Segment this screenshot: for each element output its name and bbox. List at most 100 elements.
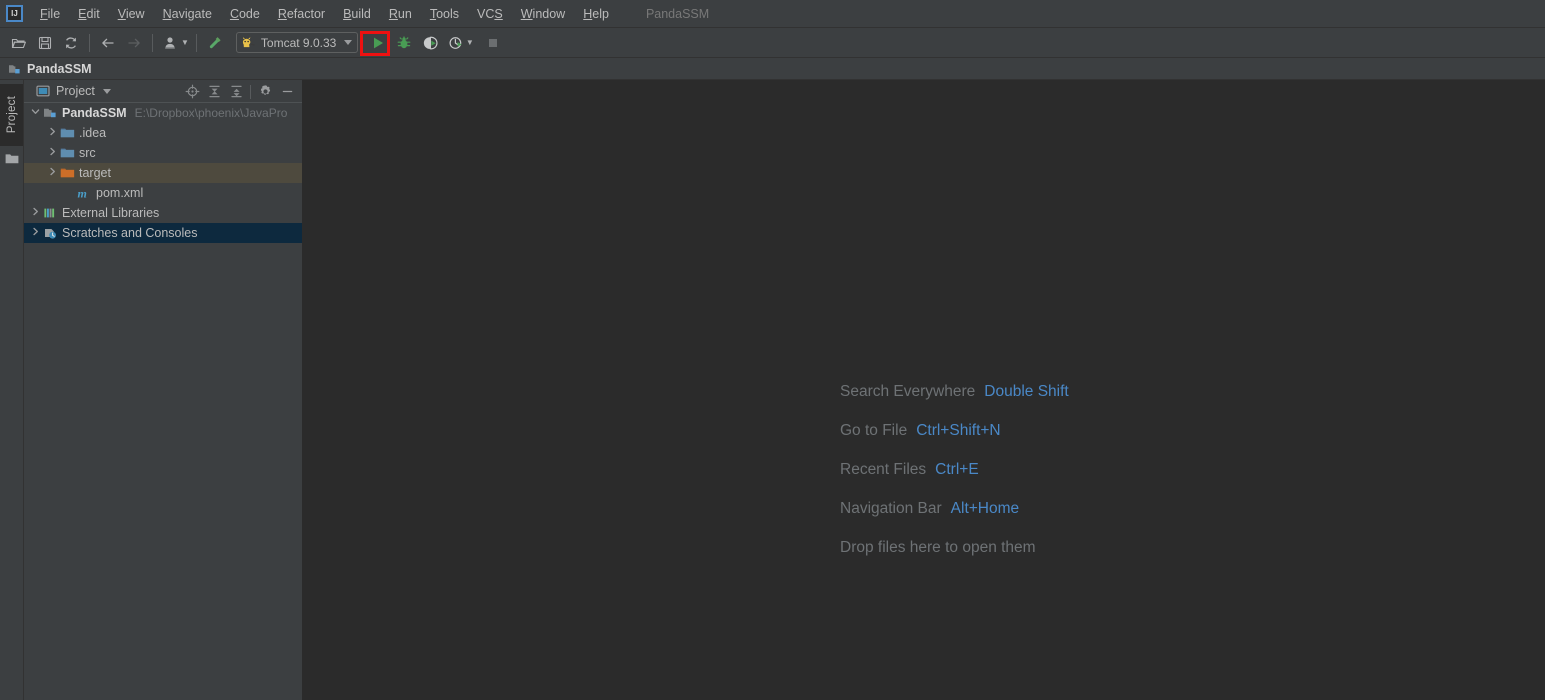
chevron-right-icon[interactable] — [30, 204, 41, 222]
menu-item-refactor[interactable]: Refactor — [269, 4, 334, 24]
settings-gear-icon[interactable] — [254, 82, 276, 102]
profiler-button[interactable] — [444, 31, 468, 55]
hint-action-label: Recent Files — [840, 460, 927, 478]
tree-node-src[interactable]: src — [24, 143, 302, 163]
build-hammer-icon[interactable] — [203, 31, 227, 55]
toolbar-separator — [89, 33, 90, 52]
tree-node-target[interactable]: target — [24, 163, 302, 183]
tree-node-label: External Libraries — [62, 206, 160, 220]
chevron-down-icon[interactable]: ▼ — [466, 38, 474, 47]
project-view-icon — [36, 85, 50, 97]
folder-blue-icon — [60, 128, 74, 138]
project-panel-title-group[interactable]: Project — [36, 84, 111, 98]
chevron-down-icon[interactable]: ▼ — [181, 38, 189, 47]
editor-empty-area: Search Everywhere Double Shift Go to File C… — [303, 80, 1545, 700]
folder-icon[interactable] — [5, 152, 19, 170]
profile-update-icon[interactable] — [159, 31, 183, 55]
tree-twisty[interactable] — [45, 123, 59, 143]
tool-window-stripe-left: Project — [0, 80, 24, 700]
tree-twisty — [62, 183, 76, 203]
hint-row: Drop files here to open them — [840, 528, 1069, 567]
tree-node-label: pom.xml — [96, 186, 144, 200]
libraries-icon — [43, 208, 54, 218]
chevron-down-icon[interactable] — [343, 40, 352, 45]
tree-node-external-libraries[interactable]: External Libraries — [24, 203, 302, 223]
expand-all-icon[interactable] — [203, 82, 225, 102]
hide-minimize-icon[interactable] — [276, 82, 298, 102]
hint-shortcut-key: Alt+Home — [950, 499, 1020, 517]
tree-node-idea[interactable]: .idea — [24, 123, 302, 143]
tree-twisty[interactable] — [28, 103, 42, 123]
tree-twisty[interactable] — [45, 163, 59, 183]
toolbar-separator — [152, 33, 153, 52]
menu-item-file[interactable]: File — [31, 4, 69, 24]
hint-shortcut-key: Ctrl+Shift+N — [916, 421, 1001, 439]
tree-node-pandassm[interactable]: PandaSSM E:\Dropbox\phoenix\JavaPro — [24, 103, 302, 123]
folder-blue-icon — [59, 123, 75, 143]
module-icon — [9, 64, 20, 73]
locate-in-tree-icon[interactable] — [181, 82, 203, 102]
hint-action-label: Go to File — [840, 421, 908, 439]
hint-action-label: Search Everywhere — [840, 382, 976, 400]
tree-node-scratches-and-consoles[interactable]: Scratches and Consoles — [24, 223, 302, 243]
chevron-right-icon[interactable] — [47, 164, 58, 182]
module-icon — [42, 103, 58, 123]
breadcrumb[interactable]: PandaSSM — [8, 62, 92, 76]
breadcrumb-label: PandaSSM — [27, 61, 92, 76]
run-button[interactable] — [366, 31, 390, 55]
chevron-right-icon[interactable] — [47, 144, 58, 162]
libraries-icon — [42, 203, 58, 223]
project-tree[interactable]: PandaSSM E:\Dropbox\phoenix\JavaPro .idea s… — [24, 103, 302, 700]
intellij-idea-window: FileEditViewNavigateCodeRefactorBuildRun… — [0, 0, 1545, 700]
sidebar-item-project[interactable]: Project — [0, 84, 23, 146]
collapse-all-icon[interactable] — [225, 82, 247, 102]
save-all-icon[interactable] — [33, 31, 57, 55]
intellij-idea-logo — [6, 5, 23, 22]
debug-button[interactable] — [392, 31, 416, 55]
actions-separator — [250, 84, 251, 99]
tree-node-pom-xml[interactable]: m pom.xml — [24, 183, 302, 203]
editor-hints: Search Everywhere Double Shift Go to File C… — [840, 372, 1069, 567]
tree-twisty[interactable] — [28, 203, 42, 223]
chevron-down-icon[interactable] — [102, 88, 111, 94]
tree-twisty[interactable] — [45, 143, 59, 163]
run-with-coverage-button[interactable] — [418, 31, 442, 55]
run-configuration-selector[interactable]: Tomcat 9.0.33 — [235, 32, 358, 53]
menu-item-run[interactable]: Run — [380, 4, 421, 24]
menu-item-view[interactable]: View — [109, 4, 154, 24]
stripe-tab-label: Project — [5, 96, 18, 134]
open-file-icon[interactable] — [7, 31, 31, 55]
project-tool-window: Project PandaSSM E:\Dropbox\phoenix\Java… — [24, 80, 303, 700]
toolbar-separator — [195, 33, 197, 52]
hint-action-label: Drop files here to open them — [840, 538, 1036, 556]
project-tree-scrollbar[interactable] — [293, 103, 302, 700]
hint-shortcut-key: Ctrl+E — [935, 460, 979, 478]
menu-item-help[interactable]: Help — [574, 4, 618, 24]
tree-node-path: E:\Dropbox\phoenix\JavaPro — [134, 106, 288, 120]
run-configuration-label: Tomcat 9.0.33 — [260, 35, 337, 50]
chevron-right-icon[interactable] — [47, 124, 58, 142]
menu-item-code[interactable]: Code — [221, 4, 269, 24]
menu-item-window[interactable]: Window — [512, 4, 574, 24]
menu-item-navigate[interactable]: Navigate — [154, 4, 221, 24]
chevron-down-icon[interactable] — [30, 104, 41, 122]
back-arrow-icon[interactable] — [96, 31, 120, 55]
sync-refresh-icon[interactable] — [59, 31, 83, 55]
main-toolbar: ▼ Tomcat 9.0.33 ▼ — [0, 28, 1545, 58]
tree-twisty[interactable] — [28, 223, 42, 243]
hint-row: Search Everywhere Double Shift — [840, 372, 1069, 411]
tree-node-label: target — [79, 166, 111, 180]
menu-item-tools[interactable]: Tools — [421, 4, 468, 24]
hint-shortcut-key: Double Shift — [984, 382, 1069, 400]
chevron-right-icon[interactable] — [30, 224, 41, 242]
navigation-bar: PandaSSM — [0, 58, 1545, 80]
forward-arrow-icon — [122, 31, 146, 55]
hint-action-label: Navigation Bar — [840, 499, 942, 517]
scratches-icon — [44, 229, 56, 239]
menu-item-vcs[interactable]: VCS — [468, 4, 512, 24]
tree-node-label: Scratches and Consoles — [62, 226, 198, 240]
menu-item-edit[interactable]: Edit — [69, 4, 109, 24]
tomcat-cat-icon — [242, 37, 255, 48]
hint-row: Recent Files Ctrl+E — [840, 450, 1069, 489]
menu-item-build[interactable]: Build — [334, 4, 380, 24]
